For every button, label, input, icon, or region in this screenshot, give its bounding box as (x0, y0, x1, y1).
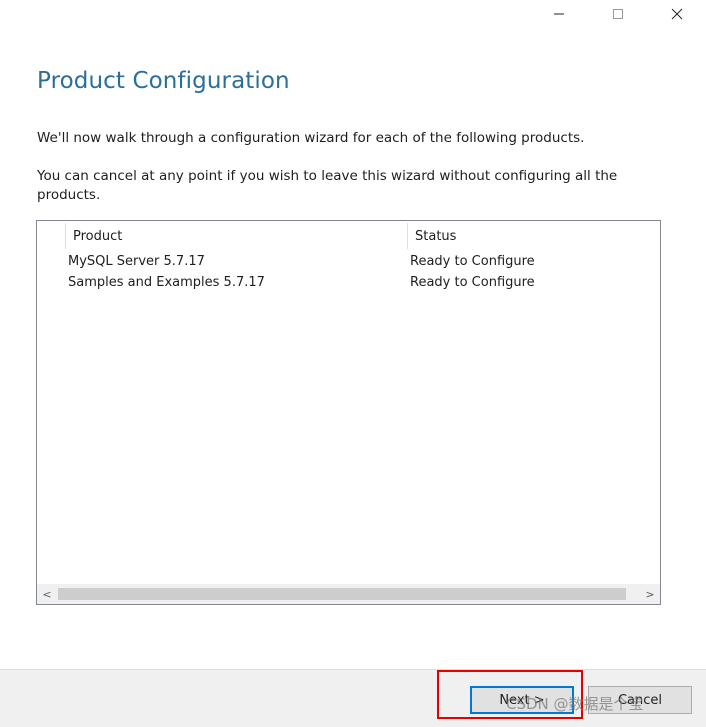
scroll-right-icon[interactable]: > (640, 585, 660, 604)
product-list[interactable]: Product Status MySQL Server 5.7.17 Ready… (36, 220, 661, 605)
scroll-left-icon[interactable]: < (37, 585, 57, 604)
watermark: CSDN @数据是个宝 (506, 695, 644, 713)
product-cell: Samples and Examples 5.7.17 (68, 275, 265, 290)
page-title: Product Configuration (37, 68, 290, 94)
maximize-button[interactable] (588, 0, 647, 28)
column-header-product[interactable]: Product (73, 229, 122, 244)
table-row[interactable]: Samples and Examples 5.7.17 Ready to Con… (37, 272, 660, 293)
scroll-thumb[interactable] (58, 588, 626, 600)
close-button[interactable] (647, 0, 706, 28)
maximize-icon (612, 9, 623, 19)
column-divider[interactable] (407, 223, 408, 249)
column-divider[interactable] (65, 223, 66, 249)
cancel-note-text: You can cancel at any point if you wish … (37, 168, 618, 203)
intro-text: We'll now walk through a configuration w… (37, 130, 585, 146)
status-cell: Ready to Configure (410, 275, 535, 290)
status-cell: Ready to Configure (410, 254, 535, 269)
minimize-button[interactable] (529, 0, 588, 28)
close-icon (671, 8, 682, 20)
list-header: Product Status (37, 221, 660, 249)
table-row[interactable]: MySQL Server 5.7.17 Ready to Configure (37, 251, 660, 272)
horizontal-scrollbar[interactable]: < > (37, 584, 660, 604)
minimize-icon (553, 13, 564, 15)
column-header-status[interactable]: Status (415, 229, 456, 244)
product-cell: MySQL Server 5.7.17 (68, 254, 205, 269)
window-controls (529, 0, 706, 28)
